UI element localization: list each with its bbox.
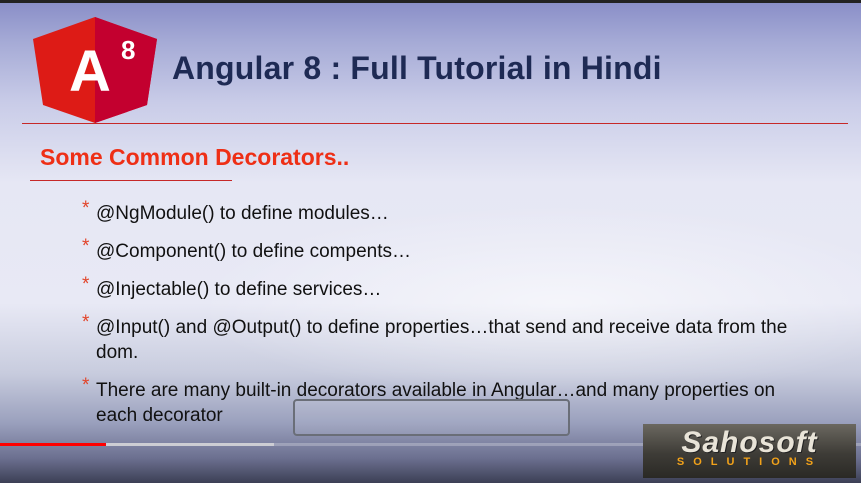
bullet-text: @Component() to define compents…	[96, 241, 411, 262]
subtitle-divider	[30, 180, 232, 181]
logo-version: 8	[121, 35, 135, 65]
bullet-item: * @Input() and @Output() to define prope…	[82, 312, 802, 365]
bullet-item: * @Injectable() to define services…	[82, 274, 802, 302]
bullet-text: @NgModule() to define modules…	[96, 203, 389, 224]
bullet-star-icon: *	[82, 236, 90, 257]
angular-logo: A 8	[33, 17, 157, 123]
brand-name: Sahosoft	[681, 426, 818, 459]
logo-letter: A	[69, 39, 111, 104]
bullet-text: @Input() and @Output() to define propert…	[96, 317, 788, 363]
brand-watermark: Sahosoft SOLUTIONS	[643, 424, 856, 478]
bullet-item: * @NgModule() to define modules…	[82, 198, 802, 226]
bullet-star-icon: *	[82, 198, 90, 219]
bullet-star-icon: *	[82, 274, 90, 295]
video-frame[interactable]: A 8 Angular 8 : Full Tutorial in Hindi S…	[0, 0, 861, 483]
bullet-star-icon: *	[82, 375, 90, 396]
slide-title: Angular 8 : Full Tutorial in Hindi	[172, 50, 662, 86]
slide-subtitle: Some Common Decorators..	[40, 144, 350, 170]
bullet-star-icon: *	[82, 312, 90, 333]
title-divider	[22, 123, 848, 124]
progress-played	[0, 443, 106, 446]
caption-box	[293, 399, 570, 436]
brand-tagline: SOLUTIONS	[676, 456, 823, 468]
bullet-text: @Injectable() to define services…	[96, 279, 382, 300]
bullet-item: * @Component() to define compents…	[82, 236, 802, 264]
